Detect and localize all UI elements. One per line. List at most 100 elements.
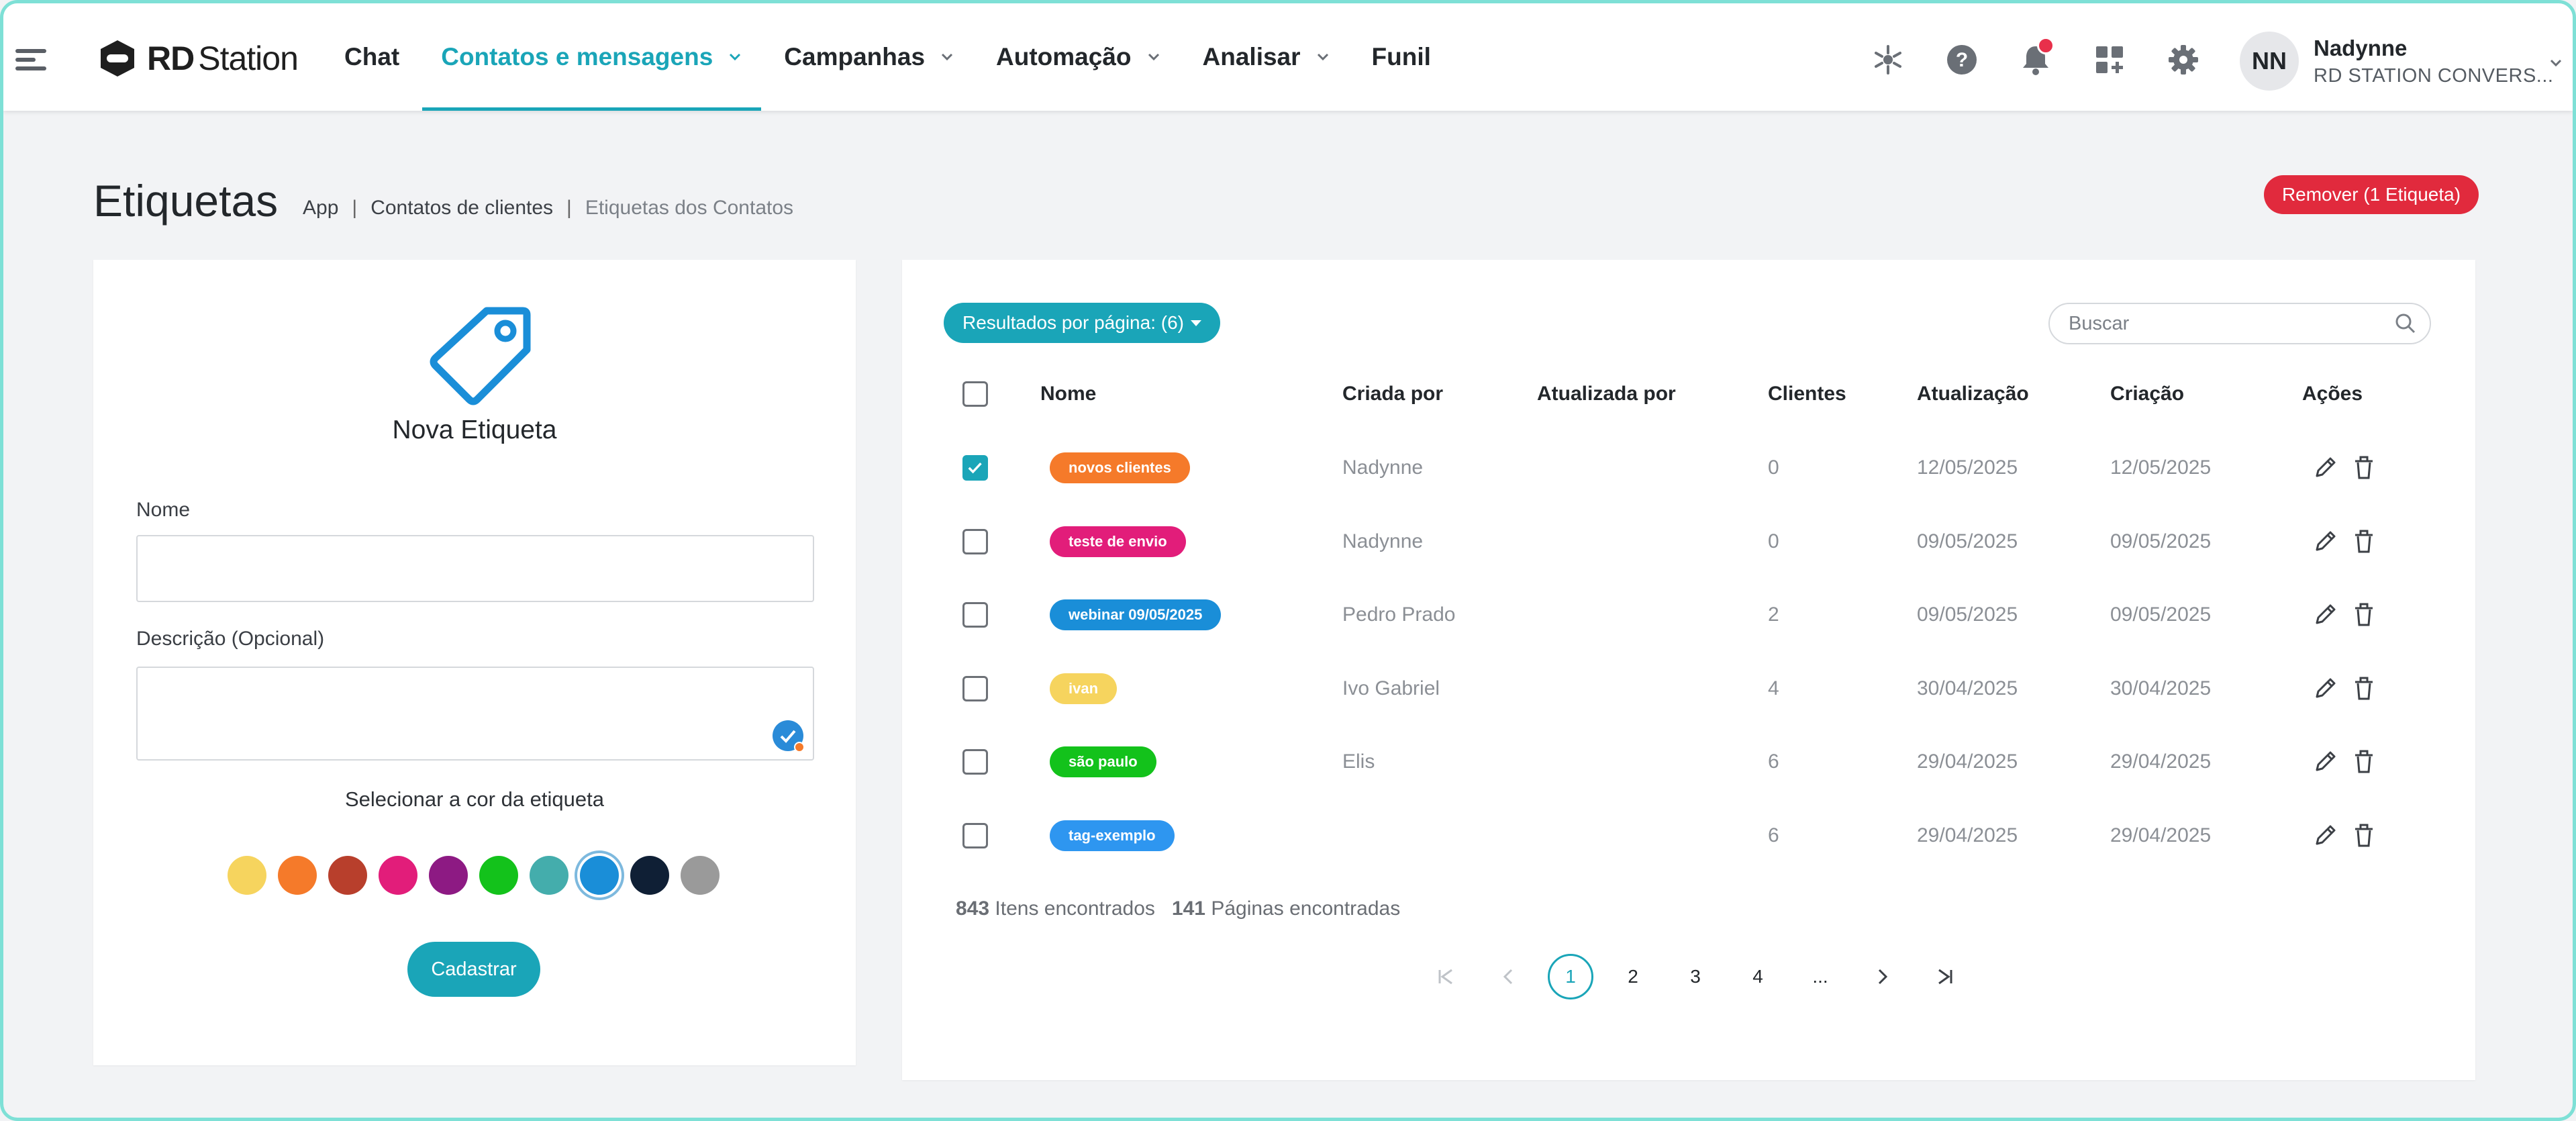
nav-item-label: Funil (1371, 43, 1431, 70)
app-window: RD Station Chat Contatos e mensagens Campan… (0, 0, 2576, 1121)
created-column-header[interactable]: Criação (2110, 367, 2184, 421)
color-swatch[interactable] (228, 856, 266, 895)
created-by-cell: Pedro Prado (1342, 603, 1456, 626)
color-swatch[interactable] (681, 856, 720, 895)
color-swatch[interactable] (379, 856, 417, 895)
name-input[interactable] (136, 535, 814, 602)
name-column-header[interactable]: Nome (1040, 367, 1096, 421)
updated-by-column-header[interactable]: Atualizada por (1537, 367, 1676, 421)
trash-icon[interactable] (2350, 528, 2377, 555)
color-swatch[interactable] (278, 856, 317, 895)
search-box[interactable] (2048, 303, 2431, 344)
tag-badge[interactable]: tag-exemplo (1050, 820, 1175, 851)
table-row: são paulo Elis 6 29/04/2025 29/04/2025 (902, 735, 2475, 789)
row-checkbox[interactable] (962, 528, 988, 554)
last-page-icon (1938, 969, 1952, 985)
color-swatch[interactable] (530, 856, 568, 895)
menu-icon[interactable] (15, 49, 46, 70)
remove-tags-button[interactable]: Remover (1 Etiqueta) (2264, 175, 2479, 214)
created-by-cell: Ivo Gabriel (1342, 677, 1440, 699)
color-swatch[interactable] (328, 856, 367, 895)
page-button[interactable]: 1 (1548, 954, 1593, 1000)
nav-item-label: Analisar (1202, 43, 1301, 70)
color-swatch[interactable] (630, 856, 669, 895)
trash-icon[interactable] (2350, 601, 2377, 628)
breadcrumb: App | Contatos de clientes | Etiquetas d… (303, 197, 793, 220)
trash-icon[interactable] (2350, 454, 2377, 481)
row-checkbox[interactable] (962, 455, 988, 481)
trash-icon[interactable] (2350, 822, 2377, 849)
edit-pencil-icon[interactable] (2312, 528, 2338, 555)
select-all-checkbox[interactable] (962, 381, 988, 407)
bell-icon[interactable] (2017, 37, 2054, 79)
main-nav: Chat Contatos e mensagens Campanhas Automaç… (344, 3, 1473, 111)
edit-pencil-icon[interactable] (2312, 601, 2338, 628)
search-icon[interactable] (2393, 311, 2418, 336)
tag-badge[interactable]: webinar 09/05/2025 (1050, 599, 1222, 630)
nav-item-automacao[interactable]: Automação (996, 3, 1160, 111)
updated-column-header[interactable]: Atualização (1917, 367, 2029, 421)
register-button[interactable]: Cadastrar (407, 942, 540, 997)
tag-badge[interactable]: teste de envio (1050, 526, 1186, 557)
actions-cell (2312, 588, 2389, 642)
settings-icon[interactable] (2165, 41, 2202, 79)
nav-item-chat[interactable]: Chat (344, 3, 399, 111)
created-by-cell: Nadynne (1342, 456, 1424, 479)
nav-item-funil[interactable]: Funil (1372, 3, 1431, 111)
results-summary: 843 Itens encontrados 141 Páginas encont… (956, 897, 1400, 920)
row-select-cell (962, 588, 988, 642)
created-date-cell: 09/05/2025 (2110, 603, 2212, 626)
rd-station-logo[interactable]: RD Station (97, 37, 299, 80)
nav-item-campanhas[interactable]: Campanhas (784, 3, 954, 111)
tag-badge[interactable]: são paulo (1050, 746, 1156, 777)
edit-pencil-icon[interactable] (2312, 454, 2338, 481)
color-swatch[interactable] (429, 856, 468, 895)
results-per-page-dropdown[interactable]: Resultados por página: (6) (944, 303, 1220, 343)
created-by-column-header[interactable]: Criada por (1342, 367, 1443, 421)
trash-icon[interactable] (2350, 748, 2377, 775)
tag-badge[interactable]: novos clientes (1050, 452, 1190, 483)
color-swatch[interactable] (479, 856, 518, 895)
user-name: Nadynne (2314, 35, 2408, 60)
caret-down-icon (1190, 320, 1201, 326)
row-checkbox[interactable] (962, 675, 988, 701)
edit-pencil-icon[interactable] (2312, 675, 2338, 702)
row-checkbox[interactable] (962, 602, 988, 628)
nav-item-analisar[interactable]: Analisar (1203, 3, 1330, 111)
row-select-cell (962, 809, 988, 863)
apps-icon[interactable] (2091, 41, 2128, 79)
next-page-button[interactable] (1860, 954, 1905, 1000)
integrations-icon[interactable] (1869, 41, 1907, 79)
description-textarea[interactable] (136, 667, 814, 761)
help-icon[interactable]: ? (1943, 41, 1981, 79)
table-header-row: Nome Criada por Atualizada por Clientes Atua… (902, 367, 2475, 421)
table-row: webinar 09/05/2025 Pedro Prado 2 09/05/2025… (902, 588, 2475, 642)
page-button[interactable]: 2 (1610, 954, 1656, 1000)
tag-badge[interactable]: ivan (1050, 673, 1118, 704)
nav-item-contatos-e-mensagens[interactable]: Contatos e mensagens (422, 3, 762, 111)
edit-pencil-icon[interactable] (2312, 748, 2338, 775)
clients-column-header[interactable]: Clientes (1768, 367, 1846, 421)
grammar-check-icon[interactable] (773, 720, 805, 752)
edit-pencil-icon[interactable] (2312, 822, 2338, 849)
breadcrumb-item-app[interactable]: App (303, 197, 338, 220)
row-select-cell (962, 735, 988, 789)
last-page-button[interactable] (1922, 954, 1968, 1000)
top-navigation-bar: RD Station Chat Contatos e mensagens Campan… (3, 3, 2573, 111)
updated-date-cell: 12/05/2025 (1917, 456, 2018, 479)
row-checkbox[interactable] (962, 749, 988, 775)
clients-cell: 6 (1768, 750, 1779, 773)
created-date-cell: 29/04/2025 (2110, 824, 2212, 846)
page-button[interactable]: 3 (1673, 954, 1718, 1000)
tag-icon (430, 307, 531, 405)
search-input[interactable] (2050, 312, 2393, 335)
actions-cell (2312, 515, 2389, 569)
actions-cell (2312, 441, 2389, 495)
user-menu[interactable]: NN Nadynne RD STATION CONVERS... (2240, 32, 2562, 91)
row-checkbox[interactable] (962, 822, 988, 848)
trash-icon[interactable] (2350, 675, 2377, 702)
select-all-cell (962, 367, 988, 421)
breadcrumb-item-contatos[interactable]: Contatos de clientes (370, 197, 553, 220)
page-button[interactable]: 4 (1735, 954, 1781, 1000)
color-swatch[interactable] (580, 856, 619, 895)
